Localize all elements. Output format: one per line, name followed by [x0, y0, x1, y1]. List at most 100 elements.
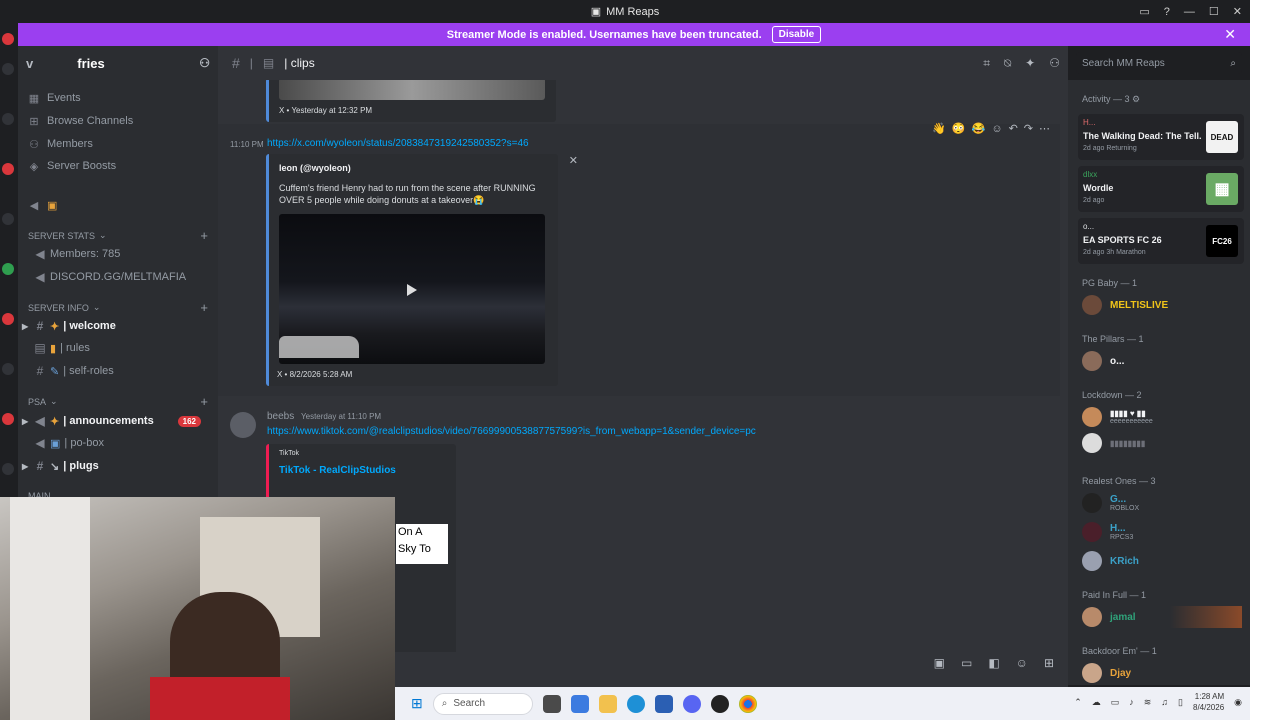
member-item[interactable]: H... RPCS3 [1082, 521, 1133, 543]
reaction-wave[interactable]: 👋 [932, 122, 946, 135]
sticker-icon[interactable]: ◧ [988, 656, 999, 670]
sidebar-item-events[interactable]: ▦ Events [28, 89, 81, 107]
channel-self-roles[interactable]: # ✎ | self-roles [22, 361, 207, 381]
member-item[interactable]: KRich [1082, 550, 1139, 572]
embed-image[interactable] [279, 80, 545, 100]
member-item[interactable]: ▮▮▮▮ ♥ ▮▮ eeeeeeeeeee [1082, 406, 1153, 428]
server-icon[interactable] [2, 163, 14, 175]
chrome-icon[interactable] [738, 694, 757, 713]
sidebar-item-label: Events [47, 92, 81, 104]
embed-description: Cuffem's friend Henry had to run from th… [279, 183, 536, 205]
threads-icon[interactable]: ⌗ [983, 56, 990, 71]
server-icon[interactable] [2, 263, 14, 275]
pin-icon[interactable]: ✦ [1025, 56, 1035, 71]
activity-card[interactable]: o... EA SPORTS FC 26 2d ago 3h Marathon … [1078, 218, 1244, 264]
category-server-info[interactable]: SERVER INFO ⌄ + [28, 300, 208, 315]
close-button[interactable]: ✕ [1233, 5, 1242, 18]
member-item[interactable]: G... ROBLOX [1082, 492, 1139, 514]
close-icon[interactable]: ✕ [1224, 26, 1236, 43]
discord-icon[interactable] [682, 694, 701, 713]
disable-button[interactable]: Disable [771, 26, 822, 43]
server-icon[interactable] [2, 63, 14, 75]
add-channel-icon[interactable]: + [200, 394, 208, 409]
search-input[interactable]: Search MM Reaps ⌕ [1076, 52, 1242, 74]
add-channel-icon[interactable]: + [200, 300, 208, 315]
play-icon[interactable] [407, 284, 417, 296]
member-item[interactable]: Djay [1082, 662, 1131, 684]
member-item[interactable]: jamal [1082, 606, 1242, 628]
sidebar-item-label: Members [47, 138, 93, 150]
channel-plugs[interactable]: ▶ # ↘ | plugs [22, 456, 207, 476]
store-icon[interactable] [654, 694, 673, 713]
help-icon[interactable]: ? [1164, 6, 1170, 18]
display-icon[interactable]: ▭ [1111, 697, 1120, 708]
server-icon[interactable] [2, 33, 14, 45]
maximize-button[interactable]: ☐ [1209, 5, 1219, 18]
channel-welcome[interactable]: ▶ # ✦ | welcome [22, 316, 207, 336]
member-list-icon[interactable]: ⚇ [1049, 56, 1060, 71]
server-icon[interactable] [2, 313, 14, 325]
sidebar-item-browse-channels[interactable]: ⊞ Browse Channels [28, 112, 133, 130]
activity-card[interactable]: dlxx Wordle 2d ago ▦ [1078, 166, 1244, 212]
reply-icon[interactable]: ↶ [1009, 122, 1018, 135]
battery-icon[interactable]: ▯ [1178, 697, 1183, 708]
message-link[interactable]: https://x.com/wyoleon/status/20838473192… [267, 138, 529, 149]
windows-start-icon[interactable]: ⊞ [411, 695, 423, 712]
minimize-button[interactable]: — [1184, 6, 1195, 18]
sidebar-item-members[interactable]: ⚇ Members [28, 135, 93, 153]
reaction-laugh[interactable]: 😂 [972, 122, 986, 135]
server-header[interactable]: v fries ⚇ [18, 46, 218, 80]
server-icon[interactable] [2, 363, 14, 375]
chevron-up-icon[interactable]: ⌃ [1074, 697, 1082, 708]
channel-members-count[interactable]: ◀ Members: 785 [22, 244, 207, 264]
reaction-flushed[interactable]: 😳 [952, 122, 966, 135]
emoji-icon[interactable]: ☺ [1016, 656, 1028, 670]
embed-title[interactable]: TikTok - RealClipStudios [279, 465, 396, 476]
embed-video[interactable] [279, 214, 545, 364]
cloud-icon[interactable]: ☁ [1092, 697, 1101, 708]
add-channel-icon[interactable]: + [200, 228, 208, 243]
sidebar-item-server-boosts[interactable]: ◈ Server Boosts [28, 157, 116, 175]
server-icon[interactable] [2, 413, 14, 425]
gift-icon[interactable]: ▣ [934, 656, 945, 670]
avatar[interactable] [230, 412, 256, 438]
app-icon[interactable] [710, 694, 729, 713]
add-reaction-icon[interactable]: ☺ [991, 123, 1002, 135]
channel-rules[interactable]: ▤ ▮ | rules [22, 338, 207, 358]
gif-icon[interactable]: ▭ [961, 656, 972, 670]
server-icon[interactable] [2, 213, 14, 225]
volume-icon[interactable]: ♫ [1161, 697, 1168, 707]
category-psa[interactable]: PSA ⌄ + [28, 394, 208, 409]
forward-icon[interactable]: ↷ [1024, 122, 1033, 135]
mute-icon[interactable]: ⍉ [1004, 56, 1011, 71]
mic-icon[interactable]: ♪ [1129, 697, 1134, 707]
channel-header: # | ▤ | clips ⌗ ⍉ ✦ ⚇ [218, 46, 1068, 80]
channel-po-box[interactable]: ◀ ▣ | po-box [22, 433, 207, 453]
channel-discord-link[interactable]: ◀ DISCORD.GG/MELTMAFIA [22, 267, 207, 287]
taskbar-search[interactable]: ⌕ Search [432, 692, 533, 715]
username[interactable]: beebs [267, 411, 294, 422]
edge-icon[interactable] [626, 694, 645, 713]
member-item[interactable]: o... [1082, 350, 1124, 372]
member-item[interactable]: MELTISLIVE [1082, 294, 1168, 316]
notification-icon[interactable]: ◉ [1234, 697, 1242, 708]
apps-icon[interactable]: ⊞ [1044, 656, 1054, 670]
close-icon[interactable]: ✕ [569, 154, 578, 167]
server-icon[interactable] [2, 113, 14, 125]
member-item[interactable]: ▮▮▮▮▮▮▮▮ [1082, 432, 1145, 454]
more-icon[interactable]: ⋯ [1039, 122, 1050, 135]
category-server-stats[interactable]: SERVER STATS ⌄ + [28, 228, 208, 243]
taskview-icon[interactable] [542, 694, 561, 713]
activity-card[interactable]: H... The Walking Dead: The Tell... 2d ag… [1078, 114, 1244, 160]
add-user-icon[interactable]: ⚇ [199, 56, 210, 70]
clock[interactable]: 1:28 AM 8/4/2026 [1193, 691, 1224, 713]
embed-author[interactable]: leon (@wyoleon) [279, 163, 351, 173]
inbox-icon[interactable]: ▭ [1139, 5, 1149, 18]
message-link[interactable]: https://www.tiktok.com/@realclipstudios/… [267, 426, 756, 437]
file-explorer-icon[interactable] [598, 694, 617, 713]
channel-announcements[interactable]: ▶ ◀ ✦ | announcements 162 [22, 411, 207, 431]
members-icon: ⚇ [29, 138, 39, 151]
copilot-icon[interactable] [570, 694, 589, 713]
wifi-icon[interactable]: ≋ [1144, 697, 1152, 708]
server-icon[interactable] [2, 463, 14, 475]
